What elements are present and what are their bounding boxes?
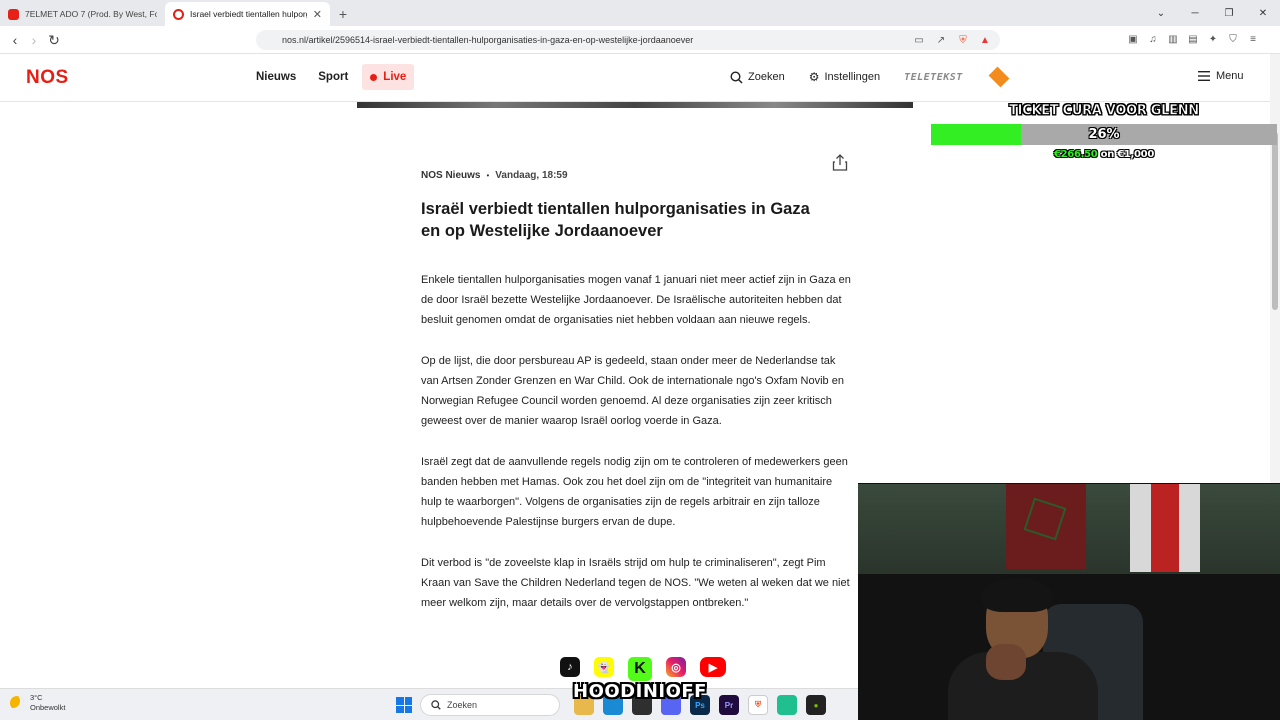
- instagram-icon: ◎: [666, 657, 686, 677]
- music-icon[interactable]: ♫: [1146, 32, 1160, 46]
- vpn-icon[interactable]: ⛉: [1226, 32, 1240, 46]
- weather-widget[interactable]: 3°C Onbewolkt: [10, 693, 65, 713]
- teletekst-link[interactable]: TELETEKST: [904, 72, 963, 83]
- main-nav: Nieuws Sport Live: [248, 64, 415, 90]
- site-header: NOS Nieuws Sport Live Zoeken ⚙ Instellin…: [0, 54, 1270, 102]
- tab-nos[interactable]: Israel verbiedt tientallen hulporg ✕: [165, 2, 330, 26]
- weather-condition: Onbewolkt: [30, 703, 66, 712]
- article: NOS Nieuws • Vandaag, 18:59 Israël verbi…: [421, 170, 853, 613]
- forward-icon[interactable]: ›: [25, 31, 43, 49]
- article-meta: NOS Nieuws • Vandaag, 18:59: [421, 170, 853, 181]
- extensions-icon[interactable]: ▣: [1126, 32, 1140, 46]
- goal-amount: €266.50 on €1,000: [931, 149, 1277, 160]
- minimize-icon[interactable]: ─: [1178, 0, 1212, 26]
- app-icon[interactable]: [777, 695, 797, 715]
- webcam-feed: [858, 483, 1280, 720]
- taskbar-search[interactable]: Zoeken: [420, 694, 560, 716]
- search-icon: [730, 70, 743, 84]
- search-button[interactable]: Zoeken: [730, 70, 785, 84]
- tab-strip: 7ELMET ADO 7 (Prod. By West, Fonik Israe…: [0, 0, 1280, 26]
- close-window-icon[interactable]: ✕: [1246, 0, 1280, 26]
- premiere-icon[interactable]: Pr: [719, 695, 739, 715]
- wallet-icon[interactable]: ▤: [1186, 32, 1200, 46]
- kick-icon: K: [628, 657, 652, 681]
- tab-search-icon[interactable]: ⌄: [1144, 0, 1178, 26]
- hamburger-icon: [1198, 71, 1210, 81]
- reload-icon[interactable]: ↻: [45, 31, 63, 49]
- close-tab-icon[interactable]: ✕: [313, 8, 322, 21]
- streamer-hair: [982, 578, 1052, 612]
- brave-rewards-icon[interactable]: ▲: [978, 33, 992, 47]
- share-icon: [832, 154, 848, 171]
- streamer-handle: HOODINIOFF: [573, 681, 707, 702]
- article-paragraph: Op de lijst, die door persbureau AP is g…: [421, 355, 844, 427]
- article-paragraph: Enkele tientallen hulporganisaties mogen…: [421, 274, 851, 326]
- menu-button[interactable]: Menu: [1198, 70, 1244, 82]
- article-title: Israël verbiedt tientallen hulporganisat…: [421, 200, 810, 240]
- brave-icon[interactable]: ⛨: [748, 695, 768, 715]
- tab-youtube[interactable]: 7ELMET ADO 7 (Prod. By West, Fonik: [0, 2, 165, 26]
- goal-percent: 26%: [1088, 127, 1120, 142]
- sidebar-icon[interactable]: ▥: [1166, 32, 1180, 46]
- address-toolbar: ‹ › ↻ ▯ nos.nl/artikel/2596514-israel-ve…: [0, 26, 1280, 54]
- goal-separator: on: [1100, 149, 1115, 160]
- settings-label: Instellingen: [824, 71, 881, 83]
- article-timestamp: Vandaag, 18:59: [495, 170, 568, 181]
- weather-temp: 3°C: [30, 693, 43, 702]
- snapchat-icon: 👻: [594, 657, 614, 677]
- search-icon: [431, 700, 441, 710]
- wall-jersey: [1130, 484, 1200, 572]
- gear-icon: ⚙: [808, 70, 820, 84]
- live-dot-icon: [370, 73, 378, 81]
- utility-nav: Zoeken ⚙ Instellingen TELETEKST: [730, 66, 1035, 88]
- settings-button[interactable]: ⚙ Instellingen: [809, 70, 880, 84]
- npo-link[interactable]: [987, 66, 1011, 88]
- window-controls: ⌄ ─ ❐ ✕: [1144, 0, 1280, 26]
- live-label: Live: [383, 71, 407, 83]
- menu-label: Menu: [1216, 70, 1244, 82]
- article-paragraph: Dit verbod is "de zoveelste klap in Isra…: [421, 557, 850, 609]
- windows-taskbar: 3°C Onbewolkt Zoeken Ps Pr ⛨ ●: [0, 688, 858, 720]
- donation-goal-widget: TICKET CURA VOOR GLENN 26% €266.50 on €1…: [931, 102, 1280, 165]
- nos-logo[interactable]: NOS: [26, 67, 69, 89]
- browser-menu-icon[interactable]: ≡: [1246, 32, 1260, 46]
- extension-icons: ▣ ♫ ▥ ▤ ✦ ⛉ ≡: [1126, 32, 1260, 46]
- tiktok-icon: ♪: [560, 657, 580, 677]
- nav-nieuws[interactable]: Nieuws: [248, 64, 304, 90]
- article-source[interactable]: NOS Nieuws: [421, 170, 480, 181]
- nav-sport[interactable]: Sport: [310, 64, 356, 90]
- nav-live[interactable]: Live: [362, 64, 415, 90]
- hero-image: [357, 102, 913, 108]
- goal-current: €266.50: [1053, 149, 1098, 160]
- taskbar-search-label: Zoeken: [447, 700, 478, 710]
- youtube-icon: ▶: [700, 657, 726, 677]
- weather-moon-icon: [10, 696, 24, 710]
- search-label: Zoeken: [748, 71, 785, 83]
- url-bar[interactable]: nos.nl/artikel/2596514-israel-verbiedt-t…: [256, 30, 1000, 50]
- restore-icon[interactable]: ❐: [1212, 0, 1246, 26]
- logo-text: NOS: [26, 67, 69, 88]
- npo-logo-icon: [988, 66, 1010, 88]
- url-text: nos.nl/artikel/2596514-israel-verbiedt-t…: [282, 35, 694, 45]
- goal-title: TICKET CURA VOOR GLENN: [1009, 102, 1200, 119]
- youtube-favicon-icon: [8, 8, 19, 20]
- tab-title: Israel verbiedt tientallen hulporg: [190, 9, 307, 19]
- share-icon[interactable]: ↗: [934, 33, 948, 47]
- new-tab-button[interactable]: +: [330, 2, 356, 26]
- nvidia-icon[interactable]: ●: [806, 695, 826, 715]
- article-paragraph: Israël zegt dat de aanvullende regels no…: [421, 456, 848, 528]
- streamer-hand: [986, 644, 1026, 680]
- stream-socials-overlay: ♪ 👻 K ◎ ▶ HOODINIOFF: [560, 653, 726, 705]
- tab-title: 7ELMET ADO 7 (Prod. By West, Fonik: [25, 9, 157, 19]
- teletekst-logo: TELETEKST: [904, 71, 963, 83]
- windows-start-icon[interactable]: [396, 697, 412, 713]
- brave-shield-icon[interactable]: ⛨: [956, 33, 970, 47]
- back-icon[interactable]: ‹: [6, 31, 24, 49]
- goal-target: €1,000: [1117, 149, 1154, 160]
- goal-progress-bar: 26%: [931, 124, 1277, 145]
- nos-favicon-icon: [173, 8, 184, 20]
- cast-icon[interactable]: ▭: [912, 33, 926, 47]
- meta-separator: •: [486, 171, 490, 180]
- leo-icon[interactable]: ✦: [1206, 32, 1220, 46]
